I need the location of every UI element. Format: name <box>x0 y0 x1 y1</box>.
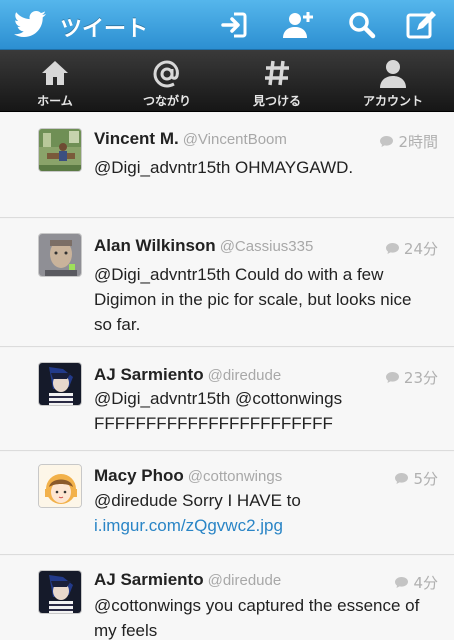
tweet-time: 4分 <box>394 572 438 593</box>
reply-bubble-icon <box>380 136 394 147</box>
time-label: 4分 <box>413 574 438 592</box>
tweet-author[interactable]: AJ Sarmiento @diredude <box>94 365 281 385</box>
tweet-time: 24分 <box>385 238 438 259</box>
tweet-time: 2時間 <box>379 131 438 152</box>
tweet-item[interactable]: AJ Sarmiento @diredude 23分 @Digi_advntr15… <box>0 348 454 451</box>
time-label: 2時間 <box>398 133 438 151</box>
avatar[interactable] <box>38 362 82 406</box>
sign-in-icon <box>221 12 247 38</box>
add-user-icon <box>283 12 313 38</box>
time-label: 5分 <box>413 470 438 488</box>
tweet-author[interactable]: AJ Sarmiento @diredude <box>94 570 281 590</box>
tweet-author[interactable]: Alan Wilkinson @Cassius335 <box>94 236 313 256</box>
tweet-time: 5分 <box>394 468 438 489</box>
compose-button[interactable] <box>404 8 438 42</box>
author-handle: @VincentBoom <box>182 131 287 148</box>
tab-connect[interactable]: つながり <box>117 50 217 112</box>
reply-bubble-icon <box>385 372 399 383</box>
tab-bar: ホーム つながり 見つける アカウント <box>0 50 454 112</box>
author-handle: @Cassius335 <box>219 238 314 255</box>
hashtag-icon <box>265 60 289 86</box>
author-name: Macy Phoo <box>94 466 184 485</box>
tab-account-label: アカウント <box>362 94 423 108</box>
author-handle: @diredude <box>207 367 282 384</box>
tweet-text: @diredude Sorry I HAVE to i.imgur.com/zQ… <box>94 488 426 538</box>
avatar[interactable] <box>38 570 82 614</box>
tweet-item[interactable]: Alan Wilkinson @Cassius335 24分 @Digi_advn… <box>0 219 454 347</box>
reply-bubble-icon <box>385 243 399 254</box>
tweet-text: @Digi_advntr15th Could do with a few Dig… <box>94 265 412 334</box>
twitter-bird-icon <box>13 11 46 37</box>
reply-bubble-icon <box>395 473 409 484</box>
avatar[interactable] <box>38 128 82 172</box>
avatar[interactable] <box>38 464 82 508</box>
add-user-button[interactable] <box>280 8 314 42</box>
tweet-text-line: @diredude Sorry I HAVE to <box>94 491 301 510</box>
tweet-time: 23分 <box>385 367 438 388</box>
tweet-text: @Digi_advntr15th @cottonwings FFFFFFFFFF… <box>94 389 343 433</box>
time-label: 24分 <box>403 240 438 258</box>
sign-in-button[interactable] <box>218 8 252 42</box>
tweet-author[interactable]: Macy Phoo @cottonwings <box>94 466 282 486</box>
author-handle: @diredude <box>207 572 282 589</box>
author-handle: @cottonwings <box>187 468 283 485</box>
tweet-item[interactable]: Macy Phoo @cottonwings 5分 @diredude Sorry… <box>0 452 454 555</box>
avatar[interactable] <box>38 233 82 277</box>
search-icon <box>349 12 376 39</box>
compose-icon <box>406 11 436 39</box>
tab-home[interactable]: ホーム <box>5 50 105 112</box>
tweet-link[interactable]: i.imgur.com/zQgvwc2.jpg <box>94 513 426 538</box>
tab-account[interactable]: アカウント <box>343 50 443 112</box>
at-icon <box>153 60 179 88</box>
search-button[interactable] <box>345 8 379 42</box>
tweet-text: @Digi_advntr15th OHMAYGAWD. <box>94 158 354 177</box>
tweet-item[interactable]: AJ Sarmiento @diredude 4分 @cottonwings yo… <box>0 556 454 640</box>
person-icon <box>380 60 406 88</box>
tab-discover-label: 見つける <box>252 94 301 108</box>
author-name: Alan Wilkinson <box>94 236 216 255</box>
tab-home-label: ホーム <box>37 94 73 108</box>
author-name: Vincent M. <box>94 129 179 148</box>
tab-discover[interactable]: 見つける <box>227 50 327 112</box>
tab-connect-label: つながり <box>142 94 191 108</box>
tweet-text: @cottonwings you captured the essence of… <box>94 596 420 640</box>
home-icon <box>42 61 68 85</box>
author-name: AJ Sarmiento <box>94 365 204 384</box>
top-header: ツイート <box>0 0 454 50</box>
page-title: ツイート <box>60 17 149 42</box>
time-label: 23分 <box>403 369 438 387</box>
reply-bubble-icon <box>395 577 409 588</box>
tweet-author[interactable]: Vincent M. @VincentBoom <box>94 129 287 149</box>
tweet-item[interactable]: Vincent M. @VincentBoom 2時間 @Digi_advntr1… <box>0 113 454 218</box>
author-name: AJ Sarmiento <box>94 570 204 589</box>
